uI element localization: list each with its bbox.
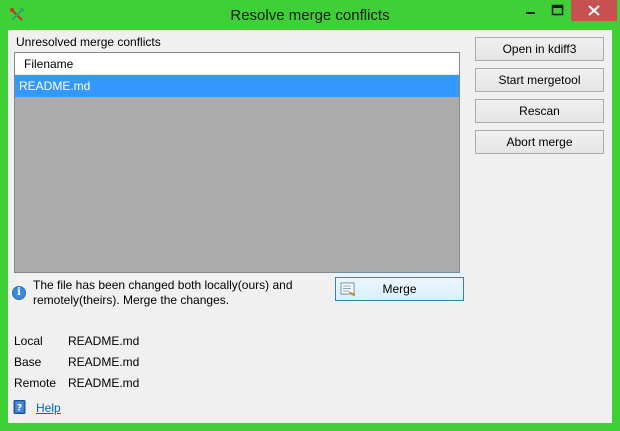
remote-value: README.md <box>68 376 140 390</box>
merge-icon <box>340 281 356 297</box>
open-kdiff3-button[interactable]: Open in kdiff3 <box>475 37 604 61</box>
help-icon[interactable]: ? <box>13 400 27 414</box>
conflicts-list[interactable]: Filename README.md <box>14 52 460 273</box>
info-icon: i <box>12 286 26 300</box>
list-item-label: README.md <box>19 79 91 93</box>
close-button[interactable] <box>571 0 617 21</box>
minimize-icon <box>526 12 535 14</box>
local-value: README.md <box>68 334 140 348</box>
local-label: Local <box>14 334 43 348</box>
filename-column-header[interactable]: Filename <box>15 53 459 75</box>
svg-text:?: ? <box>17 404 22 414</box>
maximize-icon <box>551 4 564 16</box>
conflicts-label: Unresolved merge conflicts <box>16 35 161 49</box>
filename-header-label: Filename <box>24 57 74 71</box>
base-value: README.md <box>68 355 140 369</box>
base-label: Base <box>14 355 42 369</box>
close-icon <box>588 5 600 16</box>
start-mergetool-button[interactable]: Start mergetool <box>475 68 604 92</box>
list-item[interactable]: README.md <box>15 75 459 97</box>
maximize-button[interactable] <box>544 0 571 21</box>
info-message: The file has been changed both locally(o… <box>33 278 293 307</box>
dialog-body: Unresolved merge conflicts Filename READ… <box>8 30 612 423</box>
merge-conflicts-window: Resolve merge conflicts Unresolved merge… <box>0 0 620 431</box>
minimize-button[interactable] <box>517 0 544 21</box>
merge-button-label: Merge <box>382 282 417 296</box>
abort-merge-button[interactable]: Abort merge <box>475 130 604 154</box>
merge-button[interactable]: Merge <box>335 277 464 301</box>
remote-label: Remote <box>14 376 57 390</box>
rescan-button[interactable]: Rescan <box>475 99 604 123</box>
help-link[interactable]: Help <box>36 401 61 415</box>
title-bar[interactable]: Resolve merge conflicts <box>0 0 620 30</box>
